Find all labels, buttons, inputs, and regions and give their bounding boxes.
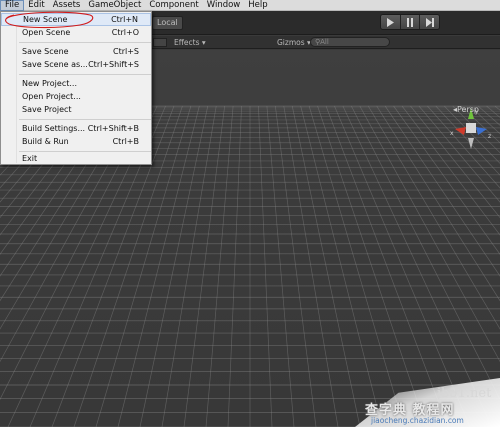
grid-line	[258, 105, 273, 427]
neg-y-cone[interactable]	[468, 138, 474, 149]
play-button[interactable]	[381, 15, 401, 29]
file-menu-dropdown: New Scene Ctrl+N Open Scene Ctrl+O Save Sc…	[0, 11, 152, 165]
menu-item-label: Save Scene	[22, 47, 69, 56]
grid-line	[266, 105, 295, 427]
pause-button[interactable]	[400, 15, 421, 29]
step-icon	[425, 17, 434, 27]
scene-lighting-toggle[interactable]	[153, 38, 167, 47]
watermark-url: jiaocheng.chazidian.com	[371, 416, 464, 425]
z-axis-cone[interactable]	[476, 127, 487, 135]
menu-item-shortcut: Ctrl+N	[111, 15, 138, 24]
search-placeholder: All	[320, 38, 329, 46]
pivot-space-toggle[interactable]: Local	[152, 16, 183, 30]
x-axis-cone[interactable]	[455, 127, 466, 135]
z-axis-label: z	[488, 133, 491, 140]
projection-text: Persp	[457, 105, 480, 114]
menu-item-label: Build & Run	[22, 137, 69, 146]
menu-item-save-scene-as[interactable]: Save Scene as... Ctrl+Shift+S	[1, 58, 151, 71]
menu-separator	[19, 119, 151, 120]
menu-item-label: Exit	[22, 154, 38, 163]
menu-component[interactable]: Component	[145, 0, 202, 11]
pause-icon	[407, 17, 413, 27]
menu-item-save-scene[interactable]: Save Scene Ctrl+S	[1, 45, 151, 58]
menu-item-shortcut: Ctrl+B	[112, 137, 139, 146]
menu-item-label: Save Scene as...	[22, 60, 88, 69]
menu-item-label: Build Settings...	[22, 124, 86, 133]
effects-label: Effects	[174, 38, 200, 47]
gizmos-dropdown[interactable]: Gizmos ▾	[277, 37, 311, 48]
play-controls	[380, 14, 440, 30]
menu-item-label: Save Project	[22, 105, 72, 114]
menu-item-exit[interactable]: Exit	[1, 152, 151, 165]
projection-label[interactable]: ◂Persp	[453, 105, 479, 114]
menu-help[interactable]: Help	[244, 0, 271, 11]
menu-item-shortcut: Ctrl+O	[111, 28, 139, 37]
menu-item-shortcut: Ctrl+Shift+B	[87, 124, 139, 133]
menu-item-label: New Project...	[22, 79, 77, 88]
grid-line	[291, 105, 361, 427]
grid-line	[161, 105, 217, 427]
scene-search-input[interactable]: ⚲All	[310, 37, 390, 47]
step-button[interactable]	[420, 15, 439, 29]
gizmos-label: Gizmos	[277, 38, 305, 47]
grid-line	[183, 105, 226, 427]
menu-window[interactable]: Window	[203, 0, 245, 11]
grid-line	[227, 105, 242, 427]
menu-item-save-project[interactable]: Save Project	[1, 103, 151, 116]
menu-separator	[19, 74, 151, 75]
grid-line	[205, 105, 234, 427]
watermark: jb51.net 查字典 教程网 jiaocheng.chazidian.com	[355, 378, 500, 427]
menu-item-build-and-run[interactable]: Build & Run Ctrl+B	[1, 135, 151, 148]
menu-item-shortcut: Ctrl+S	[112, 47, 139, 56]
gizmo-center-cube[interactable]	[466, 123, 476, 133]
chevron-down-icon: ▾	[201, 38, 206, 47]
grid-line	[283, 105, 339, 427]
play-icon	[387, 17, 395, 27]
menu-item-shortcut: Ctrl+Shift+S	[88, 60, 139, 69]
menu-item-build-settings[interactable]: Build Settings... Ctrl+Shift+B	[1, 122, 151, 135]
effects-dropdown[interactable]: Effects ▾	[174, 37, 206, 48]
annotation-circle	[5, 11, 94, 29]
menu-item-new-project[interactable]: New Project...	[1, 77, 151, 90]
grid-line	[274, 105, 317, 427]
menu-item-label: Open Project...	[22, 92, 81, 101]
menu-separator	[19, 42, 151, 43]
menu-item-open-project[interactable]: Open Project...	[1, 90, 151, 103]
x-axis-label: x	[450, 130, 454, 137]
